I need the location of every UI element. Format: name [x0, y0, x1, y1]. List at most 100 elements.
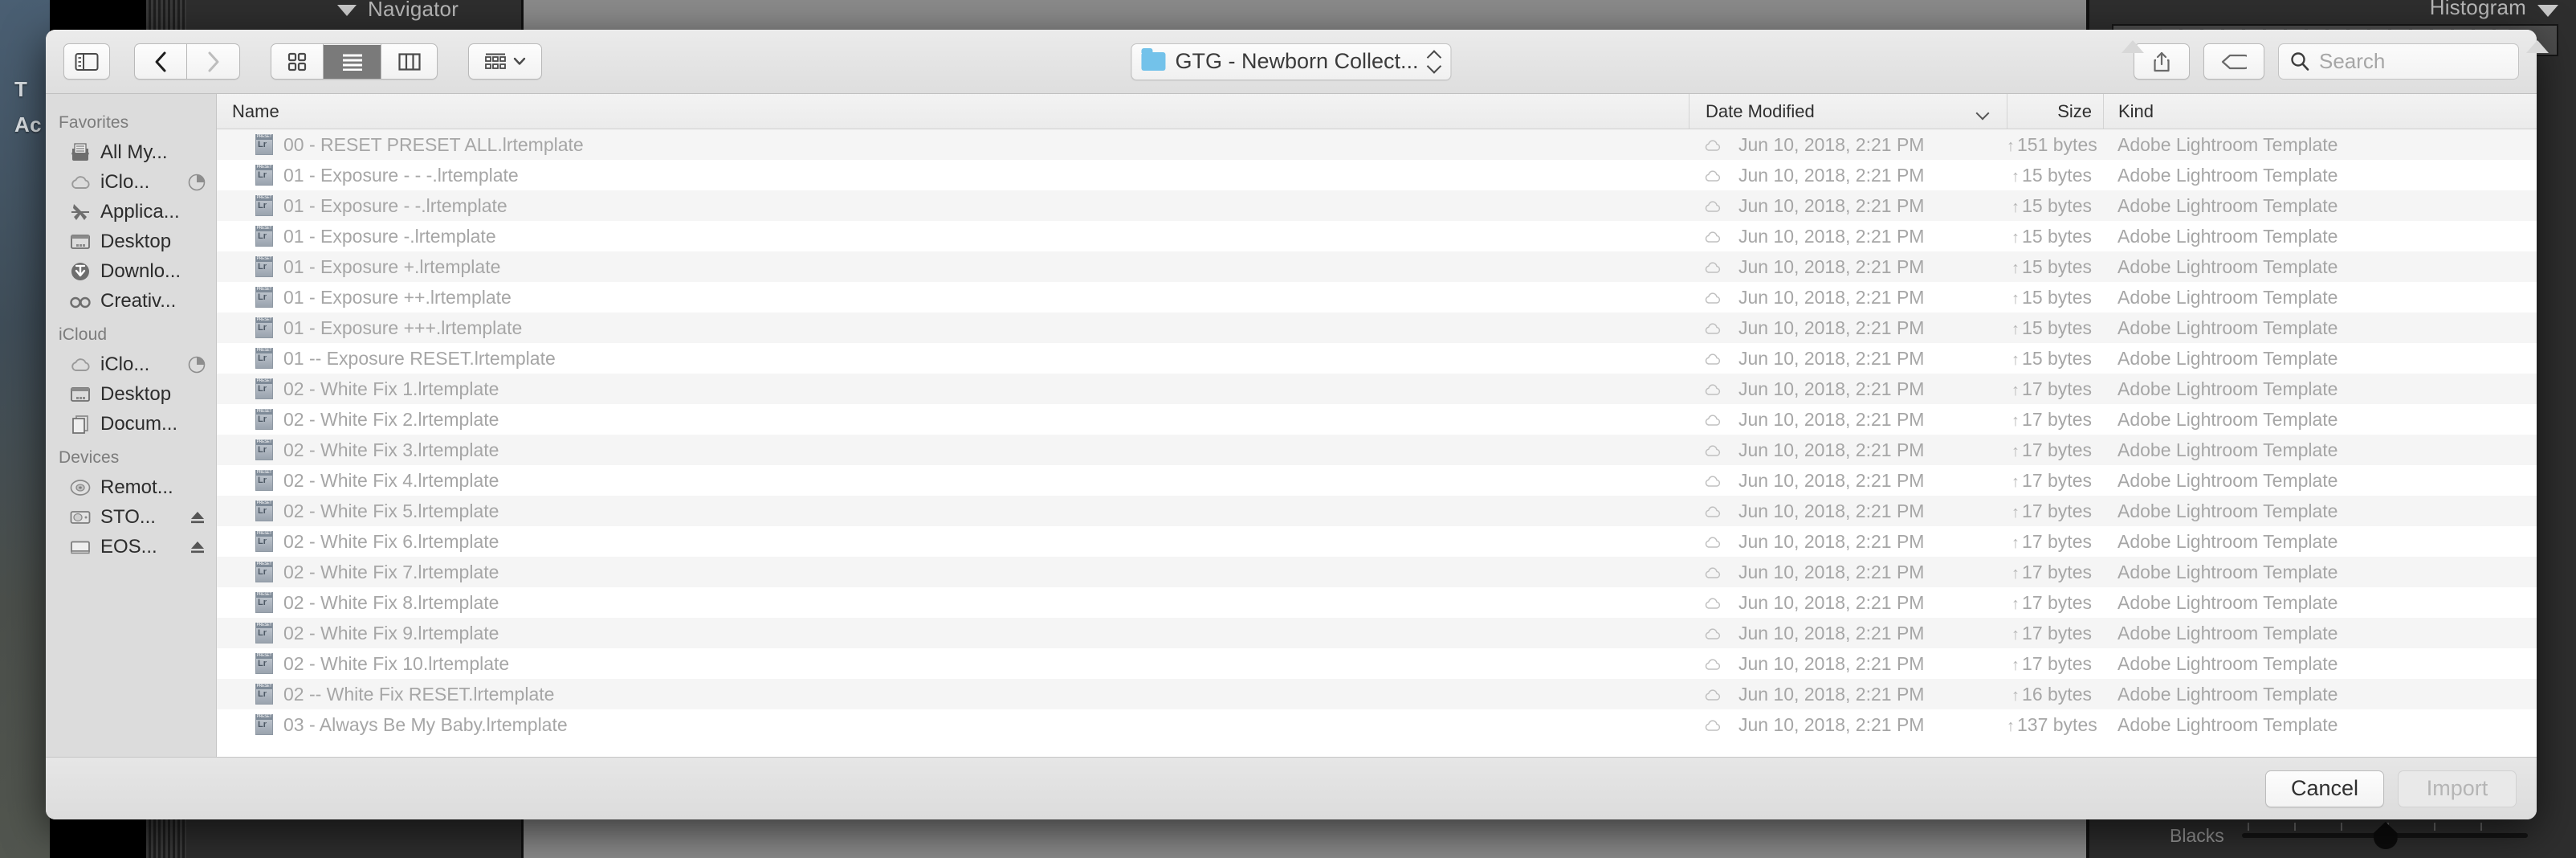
back-button[interactable] [134, 43, 187, 80]
list-view-button[interactable] [324, 43, 381, 80]
table-row[interactable]: 01 - Exposure +++.lrtemplate Jun 10, 2018… [217, 313, 2537, 343]
navigator-disclosure-icon[interactable] [337, 5, 357, 16]
date-modified-label: Jun 10, 2018, 2:21 PM [1738, 164, 1925, 186]
file-name-cell: 02 -- White Fix RESET.lrtemplate [217, 684, 1689, 705]
cancel-button[interactable]: Cancel [2265, 770, 2384, 807]
file-name-label: 02 - White Fix 9.lrtemplate [283, 622, 499, 644]
sidebar-item-label: iClo... [100, 170, 150, 193]
size-cell: ↑ 15 bytes [2007, 348, 2103, 370]
file-name-label: 02 - White Fix 6.lrtemplate [283, 530, 499, 552]
search-icon [2291, 52, 2309, 71]
table-row[interactable]: 02 - White Fix 9.lrtemplate Jun 10, 2018,… [217, 618, 2537, 648]
sidebar-item-creative-cloud[interactable]: Creativ... [46, 286, 216, 316]
table-row[interactable]: 02 - White Fix 2.lrtemplate Jun 10, 2018,… [217, 404, 2537, 435]
eject-icon[interactable] [189, 509, 206, 526]
date-modified-label: Jun 10, 2018, 2:21 PM [1738, 194, 1925, 216]
table-row[interactable]: 02 - White Fix 5.lrtemplate Jun 10, 2018,… [217, 496, 2537, 526]
table-row[interactable]: 01 -- Exposure RESET.lrtemplate Jun 10, 2… [217, 343, 2537, 374]
kind-cell: Adobe Lightroom Template [2117, 255, 2338, 277]
arrange-by-button[interactable] [468, 43, 542, 80]
search-field[interactable]: Search [2278, 43, 2519, 80]
size-cell: ↑ 17 bytes [2007, 439, 2103, 461]
date-modified-cell: Jun 10, 2018, 2:21 PM [1689, 256, 2007, 278]
uploaded-arrow-icon: ↑ [2011, 228, 2020, 247]
highlight-clipping-indicator-icon[interactable] [2526, 40, 2549, 53]
date-modified-label: Jun 10, 2018, 2:21 PM [1738, 408, 1925, 430]
finder-sidebar[interactable]: Favorites All My... iClo... Applica... D… [46, 94, 217, 757]
column-header-name[interactable]: Name [217, 94, 1689, 129]
icon-view-button[interactable] [271, 43, 324, 80]
eject-icon[interactable] [189, 538, 206, 556]
table-row[interactable]: 01 - Exposure ++.lrtemplate Jun 10, 2018,… [217, 282, 2537, 313]
import-button[interactable]: Import [2398, 770, 2517, 807]
table-row[interactable]: 02 - White Fix 10.lrtemplate Jun 10, 2018… [217, 648, 2537, 679]
uploaded-arrow-icon: ↑ [2011, 442, 2020, 460]
date-modified-cell: Jun 10, 2018, 2:21 PM [1689, 500, 2007, 522]
tags-button[interactable] [2203, 43, 2264, 80]
icloud-icon [71, 175, 90, 189]
histogram-disclosure-icon[interactable] [2537, 5, 2558, 17]
uploaded-arrow-icon: ↑ [2011, 472, 2020, 491]
sidebar-item-icloud-desktop[interactable]: Desktop [46, 379, 216, 409]
sidebar-item-all-my-files[interactable]: All My... [46, 137, 216, 167]
file-list-rows[interactable]: 00 - RESET PRESET ALL.lrtemplate Jun 10, … [217, 129, 2537, 757]
size-label: 137 bytes [2017, 713, 2097, 735]
table-row[interactable]: 02 - White Fix 8.lrtemplate Jun 10, 2018,… [217, 587, 2537, 618]
icloud-status-icon [1705, 598, 1721, 609]
uploaded-arrow-icon: ↑ [2011, 686, 2020, 705]
all-my-files-icon [71, 142, 89, 161]
sidebar-item-eos-drive[interactable]: EOS... [46, 532, 216, 562]
date-modified-cell: Jun 10, 2018, 2:21 PM [1689, 531, 2007, 553]
blacks-slider[interactable] [2241, 822, 2528, 849]
sidebar-item-downloads[interactable]: Downlo... [46, 256, 216, 286]
icloud-status-icon [1705, 628, 1721, 639]
column-header-date-modified[interactable]: Date Modified [1689, 94, 2007, 129]
table-row[interactable]: 03 - Always Be My Baby.lrtemplate Jun 10,… [217, 709, 2537, 740]
size-label: 15 bytes [2022, 347, 2092, 369]
column-header-size[interactable]: Size [2007, 94, 2103, 129]
table-row[interactable]: 02 - White Fix 3.lrtemplate Jun 10, 2018,… [217, 435, 2537, 465]
location-popup-button[interactable]: GTG - Newborn Collect... [1131, 43, 1452, 80]
lightroom-preset-file-icon [255, 165, 273, 186]
current-folder-label: GTG - Newborn Collect... [1175, 49, 1419, 73]
table-row[interactable]: 02 - White Fix 6.lrtemplate Jun 10, 2018,… [217, 526, 2537, 557]
table-row[interactable]: 02 -- White Fix RESET.lrtemplate Jun 10, … [217, 679, 2537, 709]
blacks-slider-label: Blacks [2170, 824, 2224, 846]
file-name-cell: 02 - White Fix 10.lrtemplate [217, 653, 1689, 675]
lightroom-preset-file-icon [255, 500, 273, 521]
sidebar-item-documents[interactable]: Docum... [46, 409, 216, 439]
sidebar-item-applications[interactable]: Applica... [46, 197, 216, 227]
kind-cell: Adobe Lightroom Template [2117, 530, 2338, 552]
size-label: 15 bytes [2022, 225, 2092, 247]
file-list[interactable]: Name Date Modified Size Kind 00 - RESET … [217, 94, 2537, 757]
table-row[interactable]: 01 - Exposure - -.lrtemplate Jun 10, 2018… [217, 190, 2537, 221]
dialog-footer: Cancel Import [46, 757, 2537, 819]
remote-disc-icon [70, 479, 91, 496]
table-row[interactable]: 02 - White Fix 1.lrtemplate Jun 10, 2018,… [217, 374, 2537, 404]
uploaded-arrow-icon: ↑ [2011, 411, 2020, 430]
file-list-header: Name Date Modified Size Kind [217, 94, 2537, 129]
sidebar-item-remote-disc[interactable]: Remot... [46, 472, 216, 502]
shadow-clipping-indicator-icon[interactable] [2122, 40, 2144, 53]
table-row[interactable]: 02 - White Fix 7.lrtemplate Jun 10, 2018,… [217, 557, 2537, 587]
size-cell: ↑ 15 bytes [2007, 195, 2103, 217]
sidebar-item-icloud-drive[interactable]: iClo... [46, 167, 216, 197]
file-name-cell: 02 - White Fix 9.lrtemplate [217, 623, 1689, 644]
lightroom-preset-file-icon [255, 653, 273, 674]
forward-button[interactable] [187, 43, 240, 80]
table-row[interactable]: 01 - Exposure - - -.lrtemplate Jun 10, 20… [217, 160, 2537, 190]
uploaded-arrow-icon: ↑ [2011, 320, 2020, 338]
table-row[interactable]: 02 - White Fix 4.lrtemplate Jun 10, 2018,… [217, 465, 2537, 496]
column-header-kind[interactable]: Kind [2103, 94, 2537, 129]
table-row[interactable]: 01 - Exposure -.lrtemplate Jun 10, 2018, … [217, 221, 2537, 251]
lightroom-preset-file-icon [255, 562, 273, 582]
column-view-button[interactable] [381, 43, 438, 80]
kind-cell: Adobe Lightroom Template [2117, 713, 2338, 735]
table-row[interactable]: 00 - RESET PRESET ALL.lrtemplate Jun 10, … [217, 129, 2537, 160]
table-row[interactable]: 01 - Exposure +.lrtemplate Jun 10, 2018, … [217, 251, 2537, 282]
sidebar-item-desktop[interactable]: Desktop [46, 227, 216, 256]
sidebar-toggle-button[interactable] [63, 43, 110, 80]
sidebar-item-icloud-drive-2[interactable]: iClo... [46, 349, 216, 379]
sidebar-item-storage-drive[interactable]: STO... [46, 502, 216, 532]
size-label: 17 bytes [2022, 652, 2092, 674]
